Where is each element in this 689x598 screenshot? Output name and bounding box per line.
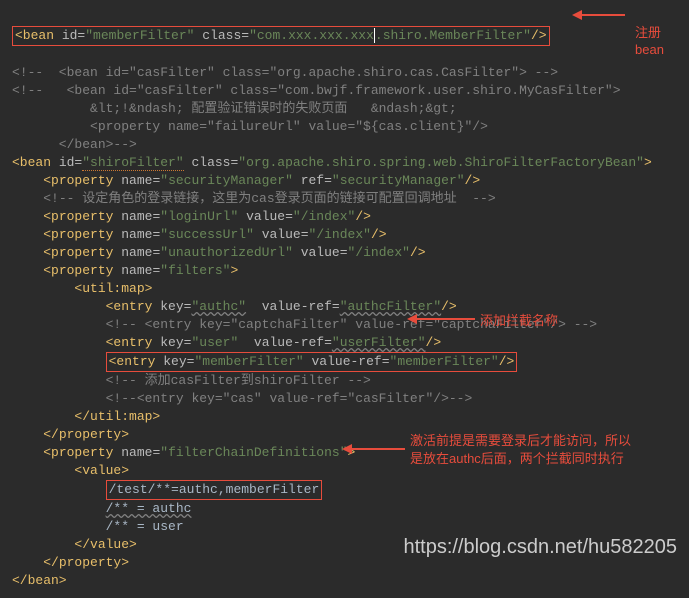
highlight-box-2: <entry key="memberFilter" value-ref="mem…: [106, 352, 518, 372]
comment: <!-- <bean id="casFilter" class="org.apa…: [12, 65, 558, 80]
highlight-box-1: <bean id="memberFilter" class="com.xxx.x…: [12, 26, 550, 46]
highlight-box-3: /test/**=authc,memberFilter: [106, 480, 323, 500]
code-area: <bean id="memberFilter" class="com.xxx.x…: [0, 0, 689, 598]
arrow-1: [580, 14, 625, 16]
arrow-2: [415, 318, 475, 320]
t: <bean: [15, 28, 54, 43]
annotation-3a: 激活前提是需要登录后才能访问，所以: [410, 430, 631, 449]
annotation-1b: bean: [635, 42, 664, 57]
watermark: https://blog.csdn.net/hu582205: [403, 536, 677, 559]
annotation-1a: 注册: [635, 22, 661, 41]
arrow-3: [350, 448, 405, 450]
annotation-3b: 是放在authc后面，两个拦截同时执行: [410, 448, 624, 467]
annotation-2: 添加拦截名称: [480, 310, 558, 329]
